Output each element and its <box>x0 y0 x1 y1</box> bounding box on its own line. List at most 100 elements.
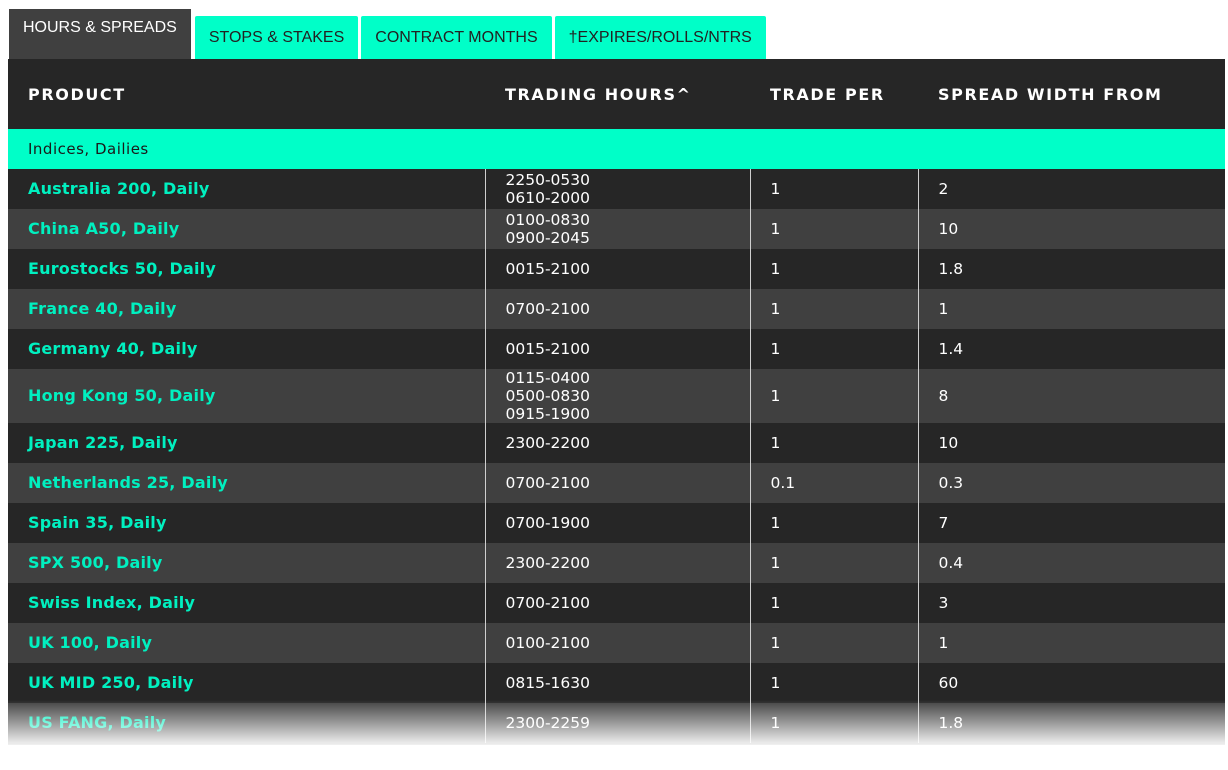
table-row: France 40, Daily 0700-2100 1 1 <box>8 289 1225 329</box>
group-row-indices-dailies: Indices, Dailies <box>8 129 1225 169</box>
trade-per-value: 0.1 <box>749 463 918 503</box>
table-row: Spain 35, Daily 0700-1900 1 7 <box>8 503 1225 543</box>
spread-width-value: 60 <box>917 663 1225 703</box>
trading-hours-value: 0700-2100 <box>505 300 591 318</box>
product-name[interactable]: Swiss Index, Daily <box>8 583 485 623</box>
column-header-spread-width: SPREAD WIDTH FROM <box>918 59 1225 129</box>
trading-hours-cell: 0015-2100 <box>484 329 750 369</box>
trade-per-value: 1 <box>749 503 918 543</box>
trading-hours-cell: 0700-2100 <box>484 463 750 503</box>
trading-hours-value: 2300-2200 <box>505 554 591 572</box>
trading-hours-cell: 2300-2259 <box>484 703 750 743</box>
trade-per-value: 1 <box>749 583 918 623</box>
trade-per-value: 1 <box>749 423 918 463</box>
table-row: Japan 225, Daily 2300-2200 1 10 <box>8 423 1225 463</box>
spread-width-value: 10 <box>917 423 1225 463</box>
trading-hours-value: 2250-0530 <box>505 171 591 189</box>
product-name[interactable]: Eurostocks 50, Daily <box>8 249 485 289</box>
product-name[interactable]: France 40, Daily <box>8 289 485 329</box>
spread-width-value: 1.4 <box>917 329 1225 369</box>
trading-hours-cell: 0700-1900 <box>484 503 750 543</box>
trading-hours-value: 0900-2045 <box>505 229 591 247</box>
table-row: Eurostocks 50, Daily 0015-2100 1 1.8 <box>8 249 1225 289</box>
trading-hours-value: 0915-1900 <box>505 405 591 423</box>
trading-hours-value: 2300-2259 <box>505 714 591 732</box>
trading-hours-value: 0115-0400 <box>505 369 591 387</box>
column-header-trade-per: TRADE PER <box>750 59 918 129</box>
trading-hours-cell: 0015-2100 <box>484 249 750 289</box>
spread-width-value: 1.8 <box>917 249 1225 289</box>
spread-width-value: 2 <box>917 169 1225 209</box>
trading-hours-value: 0100-0830 <box>505 211 591 229</box>
table-row: Hong Kong 50, Daily 0115-0400 0500-0830 091… <box>8 369 1225 423</box>
product-name[interactable]: Australia 200, Daily <box>8 169 485 209</box>
table-row: China A50, Daily 0100-0830 0900-2045 1 10 <box>8 209 1225 249</box>
trade-per-value: 1 <box>749 623 918 663</box>
trading-hours-cell: 2250-0530 0610-2000 <box>484 169 750 209</box>
spread-width-value: 1 <box>917 623 1225 663</box>
product-name[interactable]: SPX 500, Daily <box>8 543 485 583</box>
tab-hours-spreads[interactable]: HOURS & SPREADS <box>8 8 192 59</box>
table-header-row: PRODUCT TRADING HOURS^ TRADE PER SPREAD … <box>8 59 1225 129</box>
spread-width-value: 10 <box>917 209 1225 249</box>
spread-width-value: 1.8 <box>917 703 1225 743</box>
product-name[interactable]: China A50, Daily <box>8 209 485 249</box>
trading-hours-value: 0815-1630 <box>505 674 591 692</box>
table-row: Australia 200, Daily 2250-0530 0610-2000 1 2 <box>8 169 1225 209</box>
trading-hours-value: 0015-2100 <box>505 340 591 358</box>
product-name[interactable]: UK 100, Daily <box>8 623 485 663</box>
trade-per-value: 1 <box>749 329 918 369</box>
table-row: US FANG, Daily 2300-2259 1 1.8 <box>8 703 1225 743</box>
trade-per-value: 1 <box>749 169 918 209</box>
trading-hours-value: 2300-2200 <box>505 434 591 452</box>
product-name[interactable]: Spain 35, Daily <box>8 503 485 543</box>
tab-bar: HOURS & SPREADS STOPS & STAKES CONTRACT … <box>8 8 769 59</box>
tab-contract-months[interactable]: CONTRACT MONTHS <box>361 16 552 59</box>
table-row: Swiss Index, Daily 0700-2100 1 3 <box>8 583 1225 623</box>
spread-width-value: 3 <box>917 583 1225 623</box>
product-name[interactable]: Japan 225, Daily <box>8 423 485 463</box>
product-name[interactable]: Germany 40, Daily <box>8 329 485 369</box>
trading-hours-cell: 0700-2100 <box>484 289 750 329</box>
spread-width-value: 7 <box>917 503 1225 543</box>
spread-width-value: 1 <box>917 289 1225 329</box>
product-name[interactable]: UK MID 250, Daily <box>8 663 485 703</box>
tab-stops-stakes[interactable]: STOPS & STAKES <box>194 16 359 59</box>
trading-hours-value: 0100-2100 <box>505 634 591 652</box>
column-header-product: PRODUCT <box>8 59 485 129</box>
trade-per-value: 1 <box>749 289 918 329</box>
table-row: SPX 500, Daily 2300-2200 1 0.4 <box>8 543 1225 583</box>
trading-hours-value: 0015-2100 <box>505 260 591 278</box>
product-name[interactable]: Netherlands 25, Daily <box>8 463 485 503</box>
table-row: Germany 40, Daily 0015-2100 1 1.4 <box>8 329 1225 369</box>
hours-spreads-table: PRODUCT TRADING HOURS^ TRADE PER SPREAD … <box>8 59 1225 743</box>
table-row: Netherlands 25, Daily 0700-2100 0.1 0.3 <box>8 463 1225 503</box>
trading-hours-cell: 0100-2100 <box>484 623 750 663</box>
trade-per-value: 1 <box>749 209 918 249</box>
trading-hours-cell: 2300-2200 <box>484 423 750 463</box>
group-label: Indices, Dailies <box>8 129 1225 169</box>
trading-hours-value: 0700-1900 <box>505 514 591 532</box>
trading-hours-cell: 0100-0830 0900-2045 <box>484 209 750 249</box>
trading-hours-cell: 0700-2100 <box>484 583 750 623</box>
trading-hours-cell: 2300-2200 <box>484 543 750 583</box>
tab-expires-rolls-ntrs[interactable]: †EXPIRES/ROLLS/NTRS <box>554 16 766 59</box>
trade-per-value: 1 <box>749 249 918 289</box>
trading-hours-value: 0610-2000 <box>505 189 591 207</box>
spread-width-value: 8 <box>917 369 1225 423</box>
page: HOURS & SPREADS STOPS & STAKES CONTRACT … <box>0 0 1228 770</box>
table-row: UK MID 250, Daily 0815-1630 1 60 <box>8 663 1225 703</box>
trading-hours-cell: 0815-1630 <box>484 663 750 703</box>
product-name[interactable]: US FANG, Daily <box>8 703 485 743</box>
table-row: UK 100, Daily 0100-2100 1 1 <box>8 623 1225 663</box>
product-name[interactable]: Hong Kong 50, Daily <box>8 369 485 423</box>
column-header-trading-hours: TRADING HOURS^ <box>485 59 750 129</box>
trade-per-value: 1 <box>749 543 918 583</box>
trading-hours-cell: 0115-0400 0500-0830 0915-1900 <box>484 369 750 423</box>
hours-spreads-table-container: PRODUCT TRADING HOURS^ TRADE PER SPREAD … <box>8 59 1225 745</box>
trading-hours-value: 0700-2100 <box>505 594 591 612</box>
spread-width-value: 0.3 <box>917 463 1225 503</box>
spread-width-value: 0.4 <box>917 543 1225 583</box>
trade-per-value: 1 <box>749 369 918 423</box>
trading-hours-value: 0700-2100 <box>505 474 591 492</box>
